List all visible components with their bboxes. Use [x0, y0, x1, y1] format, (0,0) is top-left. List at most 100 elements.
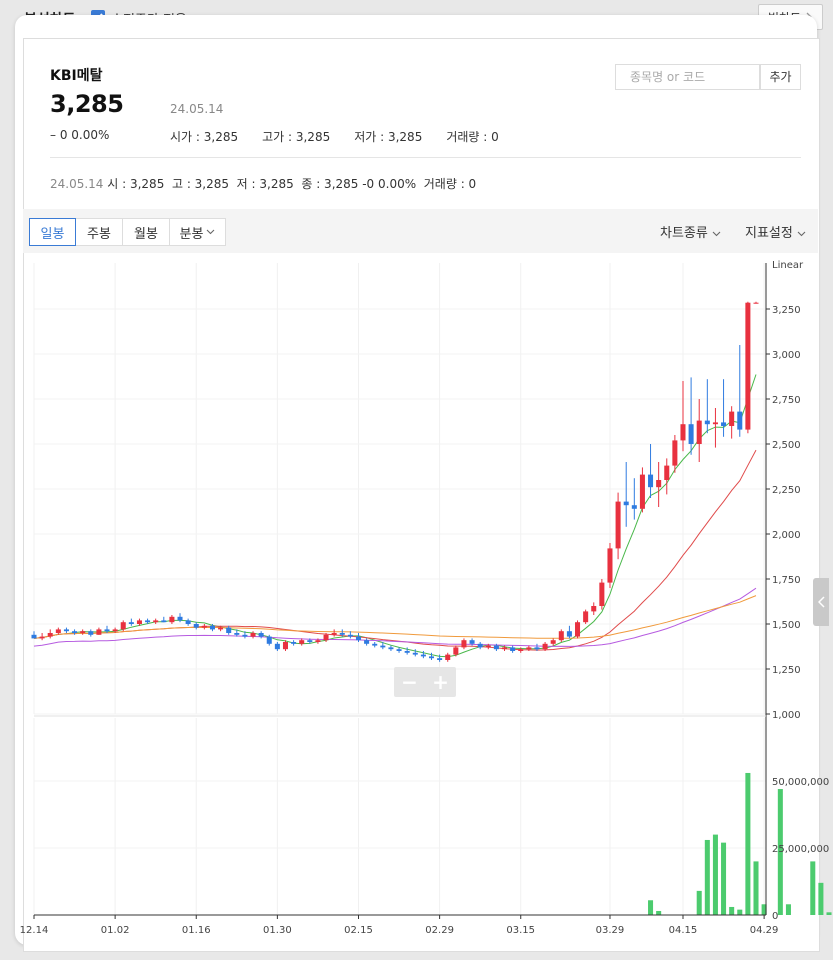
price-tick-label: 3,250 [772, 305, 801, 316]
volume-bar [721, 842, 727, 915]
candle-body [136, 620, 142, 624]
candle-body [550, 640, 556, 644]
candle-body [47, 633, 53, 637]
candle-body [599, 582, 605, 606]
candle-body [566, 631, 572, 637]
current-price: 3,285 [50, 90, 124, 118]
candle-body [737, 411, 743, 430]
candle-body [242, 634, 248, 637]
candle-body [558, 631, 564, 641]
candle-body [112, 629, 118, 632]
candle-body [712, 422, 718, 425]
scale-label: Linear [772, 260, 804, 271]
candle-body [380, 645, 386, 648]
candle-body [404, 651, 410, 653]
candle-body [39, 636, 45, 639]
candle-body [209, 625, 215, 630]
divider [50, 157, 801, 158]
volume-tick-label: 25,000,000 [772, 844, 829, 855]
candle-body [145, 620, 151, 623]
zoom-out-button[interactable]: − [394, 667, 425, 697]
candle-body [583, 611, 589, 623]
chevron-down-icon [797, 231, 806, 237]
candle-body [469, 640, 475, 644]
indicator-settings-dropdown[interactable]: 지표설정 [745, 222, 806, 241]
candle-body [364, 640, 370, 644]
change-percent: 0.00% [71, 128, 110, 142]
time-tick-label: 01.02 [101, 925, 130, 936]
tab-minute[interactable]: 분봉 [169, 218, 226, 246]
side-panel-toggle[interactable] [813, 578, 829, 626]
candle-body [575, 622, 581, 637]
ohlc-row: 시가 : 3,285 고가 : 3,285 저가 : 3,285 거래량 : 0 [170, 128, 499, 145]
candle-body [534, 647, 540, 650]
price-tick-label: 1,500 [772, 620, 801, 631]
candle-body [274, 643, 280, 650]
candle-body [266, 636, 272, 644]
volume-bar [737, 909, 743, 915]
volume-bar [704, 839, 710, 915]
candle-body [615, 501, 621, 549]
candle-body [177, 616, 183, 621]
candle-body [153, 620, 159, 623]
candle-body [104, 629, 110, 632]
time-tick-label: 01.30 [263, 925, 292, 936]
time-tick-label: 03.29 [596, 925, 625, 936]
candle-body [339, 633, 345, 635]
time-tick-label: 12.14 [20, 925, 49, 936]
tab-monthly[interactable]: 월봉 [122, 218, 170, 246]
candle-body [412, 652, 418, 655]
add-button[interactable]: 추가 [760, 64, 801, 90]
candle-body [688, 424, 694, 444]
high-price: 고가 : 3,285 [262, 130, 331, 144]
candle-body [161, 620, 167, 623]
candle-body [631, 505, 637, 509]
volume-tick-label: 0 [772, 911, 778, 922]
price-tick-label: 1,000 [772, 710, 801, 721]
tab-daily[interactable]: 일봉 [29, 218, 76, 246]
volume-bar [810, 861, 816, 915]
candle-body [502, 647, 508, 650]
price-tick-label: 3,000 [772, 350, 801, 361]
time-tick-label: 02.29 [425, 925, 454, 936]
candle-body [510, 647, 516, 651]
candle-body [55, 629, 61, 633]
candle-body [420, 654, 426, 657]
summary-line: 24.05.14 시 : 3,285 고 : 3,285 저 : 3,285 종… [50, 175, 476, 192]
candle-body [169, 616, 175, 623]
stock-name: KBI메탈 [50, 68, 103, 84]
candle-body [299, 640, 305, 644]
price-tick-label: 1,250 [772, 665, 801, 676]
change-symbol: – [50, 128, 56, 142]
candle-body [453, 647, 459, 655]
candle-body [323, 634, 329, 641]
change-value: 0 [59, 128, 68, 142]
volume-bar [745, 772, 751, 915]
stock-search-input[interactable]: 종목명 or 코드 [615, 64, 760, 90]
chart-type-label: 차트종류 [660, 226, 708, 241]
zoom-in-button[interactable]: + [425, 667, 456, 697]
candle-body [185, 620, 191, 624]
candle-body [753, 302, 759, 304]
candle-body [291, 642, 297, 644]
time-tick-label: 03.15 [506, 925, 535, 936]
candle-body [96, 629, 102, 635]
chevron-down-icon [712, 231, 721, 237]
volume-tick-label: 50,000,000 [772, 777, 829, 788]
price-tick-label: 2,750 [772, 395, 801, 406]
candle-body [696, 420, 702, 444]
candle-body [347, 634, 353, 637]
candle-body [672, 440, 678, 466]
chart-type-dropdown[interactable]: 차트종류 [660, 222, 721, 241]
candle-body [729, 411, 735, 426]
tab-weekly[interactable]: 주봉 [75, 218, 123, 246]
candle-body [315, 640, 321, 642]
candle-body [258, 633, 264, 637]
candle-body [526, 647, 532, 650]
price-tick-label: 2,500 [772, 440, 801, 451]
quote-date: 24.05.14 [170, 102, 224, 116]
zoom-control: − + [394, 667, 456, 697]
period-tabs: 일봉 주봉 월봉 분봉 [29, 218, 226, 246]
candle-body [664, 465, 670, 480]
chevron-down-icon [207, 229, 215, 235]
